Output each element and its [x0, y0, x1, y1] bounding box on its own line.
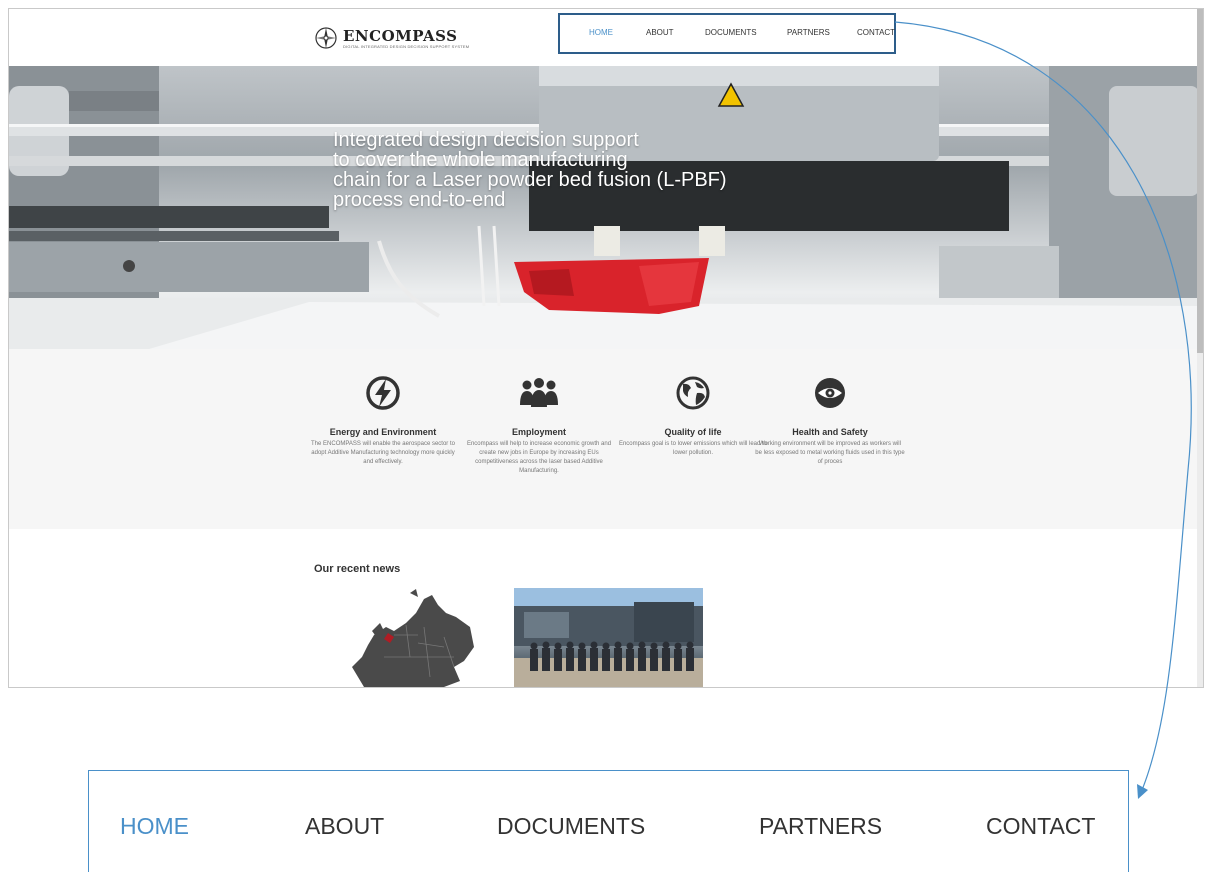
feature-title: Health and Safety	[792, 427, 868, 437]
main-nav-highlighted: HOME ABOUT DOCUMENTS PARTNERS CONTACT	[558, 13, 896, 54]
nav-partners[interactable]: PARTNERS	[787, 28, 830, 37]
nav-home[interactable]: HOME	[589, 28, 613, 37]
zoomed-main-nav: HOME ABOUT DOCUMENTS PARTNERS CONTACT	[88, 770, 1129, 872]
feature-text: The ENCOMPASS will enable the aerospace …	[311, 441, 455, 465]
logo-tagline: DIGITAL INTEGRATED DESIGN DECISION SUPPO…	[343, 43, 470, 49]
site-header: ENCOMPASS DIGITAL INTEGRATED DESIGN DECI…	[9, 9, 1199, 66]
lightning-icon	[366, 376, 400, 410]
news-title: Our recent news	[314, 563, 401, 575]
nav-contact[interactable]: CONTACT	[857, 28, 895, 37]
website-screenshot: ENCOMPASS DIGITAL INTEGRATED DESIGN DECI…	[8, 8, 1204, 688]
hero-headline: Integrated design decision support to co…	[333, 130, 753, 210]
site-logo[interactable]: ENCOMPASS DIGITAL INTEGRATED DESIGN DECI…	[314, 25, 469, 51]
globe-icon	[676, 376, 710, 410]
compass-logo-icon	[315, 27, 337, 49]
hero-line-4: process end-to-end	[333, 189, 506, 211]
hero-line-3: chain for a Laser powder bed fusion (L-P…	[333, 169, 727, 191]
zoomed-nav-about[interactable]: ABOUT	[305, 813, 384, 840]
features-section: Energy and Environment The ENCOMPASS wil…	[9, 349, 1199, 529]
nav-documents[interactable]: DOCUMENTS	[705, 28, 757, 37]
feature-title: Quality of life	[664, 427, 722, 437]
feature-text: Encompass goal is to lower emissions whi…	[618, 441, 768, 456]
europe-map-image[interactable]	[314, 587, 504, 687]
hero-banner: Integrated design decision support to co…	[9, 66, 1199, 349]
feature-quality: Quality of life Encompass goal is to low…	[618, 375, 768, 458]
zoomed-nav-partners[interactable]: PARTNERS	[759, 813, 882, 840]
hero-line-1: Integrated design decision support	[333, 129, 639, 151]
feature-title: Energy and Environment	[329, 427, 437, 437]
scrollbar[interactable]	[1197, 9, 1203, 687]
nav-about[interactable]: ABOUT	[646, 28, 674, 37]
feature-title: Employment	[511, 427, 566, 437]
team-photo-image[interactable]	[514, 588, 703, 687]
feature-text: Encompass will help to increase economic…	[466, 441, 612, 474]
zoomed-nav-contact[interactable]: CONTACT	[986, 813, 1095, 840]
hero-line-2: to cover the whole manufacturing	[333, 149, 628, 171]
scrollbar-thumb[interactable]	[1197, 9, 1203, 353]
people-icon	[520, 378, 558, 407]
feature-energy: Energy and Environment The ENCOMPASS wil…	[308, 375, 458, 467]
logo-title: ENCOMPASS	[343, 26, 458, 45]
news-section: Our recent news	[9, 529, 1199, 687]
zoomed-nav-documents[interactable]: DOCUMENTS	[497, 813, 645, 840]
feature-employment: Employment Encompass will help to increa…	[464, 375, 614, 476]
feature-health: Health and Safety Working environment wi…	[755, 375, 905, 467]
eye-icon	[815, 378, 845, 408]
feature-text: Working environment will be improved as …	[755, 441, 905, 465]
zoomed-nav-home[interactable]: HOME	[120, 813, 189, 840]
